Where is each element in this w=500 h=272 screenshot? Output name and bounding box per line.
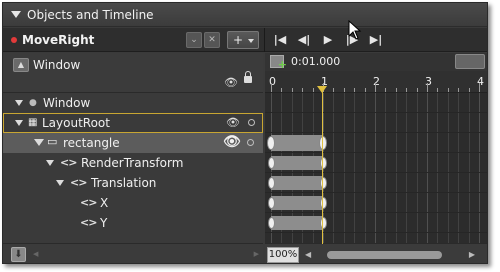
animation-span[interactable] xyxy=(271,135,323,151)
timeline-zoom[interactable]: 100% xyxy=(267,247,299,263)
recording-dot-icon xyxy=(11,37,17,43)
property-icon: <> xyxy=(60,156,77,169)
timeline-row xyxy=(265,93,487,113)
record-keyframe-button[interactable]: + xyxy=(270,55,287,71)
plus-icon: + xyxy=(233,33,244,47)
scope-header: ▲ Window 👁 xyxy=(3,53,263,93)
play-button[interactable]: ▶ xyxy=(317,32,339,48)
go-to-first-frame-button[interactable]: |◀ xyxy=(269,32,291,48)
eye-icon[interactable]: 👁 xyxy=(226,116,240,129)
keyframe[interactable] xyxy=(267,157,275,169)
tree-item-label: Y xyxy=(100,216,108,230)
collapse-triangle-icon[interactable] xyxy=(11,11,21,18)
time-ruler[interactable]: 01234 xyxy=(265,71,487,93)
lock-icon[interactable] xyxy=(244,71,252,83)
tree-item-y[interactable]: <> Y xyxy=(3,213,263,233)
timeline-tracks[interactable] xyxy=(265,93,487,243)
keyframe[interactable] xyxy=(319,197,327,209)
tree-item-x[interactable]: <> X xyxy=(3,193,263,213)
mouse-cursor-icon xyxy=(348,20,362,40)
panel-title: Objects and Timeline xyxy=(27,7,154,22)
chevron-down-icon xyxy=(248,39,254,43)
playhead-handle[interactable] xyxy=(317,86,327,93)
animation-span[interactable] xyxy=(271,156,323,170)
keyframe[interactable] xyxy=(319,217,327,229)
timeline-row xyxy=(265,113,487,133)
close-storyboard-button[interactable]: ✕ xyxy=(204,32,220,48)
storyboard-name[interactable]: MoveRight xyxy=(22,33,94,47)
object-dot-icon: ● xyxy=(29,98,37,108)
keyframe[interactable] xyxy=(319,177,327,189)
tree-item-rendertransform[interactable]: <> RenderTransform xyxy=(3,153,263,173)
tree-horizontal-scrollbar[interactable]: ◀ ▶ xyxy=(33,250,259,258)
expand-icon[interactable] xyxy=(46,160,54,166)
go-to-last-frame-button[interactable]: ▶| xyxy=(365,32,387,48)
expand-icon[interactable] xyxy=(34,139,44,146)
tree-footer: ⬇ ◀ ▶ xyxy=(3,243,263,263)
expand-icon[interactable] xyxy=(56,180,64,186)
ruler-tick xyxy=(479,83,480,92)
scope-label: Window xyxy=(33,58,81,72)
tree-item-rectangle[interactable]: ▭ rectangle 👁 xyxy=(3,133,263,153)
scroll-right-icon[interactable]: ▶ xyxy=(469,250,475,259)
property-icon: <> xyxy=(80,196,97,209)
tree-item-label: rectangle xyxy=(63,136,120,150)
keyframe[interactable] xyxy=(267,136,275,150)
divider xyxy=(264,28,265,52)
property-icon: <> xyxy=(70,176,87,189)
eye-icon[interactable]: 👁 xyxy=(224,76,238,89)
expand-icon[interactable] xyxy=(15,120,23,126)
keyframe[interactable] xyxy=(267,197,275,209)
lock-toggle-icon[interactable] xyxy=(248,119,255,126)
ruler-tick xyxy=(427,83,428,92)
panel-title-bar[interactable]: Objects and Timeline xyxy=(3,3,487,27)
tree-item-translation[interactable]: <> Translation xyxy=(3,173,263,193)
animation-span[interactable] xyxy=(271,176,323,190)
timeline-header: + 0:01.000 xyxy=(265,53,487,71)
scroll-left-icon[interactable]: ◀ xyxy=(305,250,311,259)
tree-item-label: Translation xyxy=(91,176,157,190)
keyframe[interactable] xyxy=(319,136,327,150)
animation-span[interactable] xyxy=(271,216,323,230)
storyboard-options-button[interactable]: ⌄ xyxy=(186,32,202,48)
timecode-display[interactable]: 0:01.000 xyxy=(291,55,340,68)
scrollbar-thumb[interactable] xyxy=(327,251,442,259)
property-icon: <> xyxy=(80,216,97,229)
expand-icon[interactable] xyxy=(15,100,23,106)
animation-span[interactable] xyxy=(271,196,323,210)
tree-item-label: RenderTransform xyxy=(81,156,184,170)
scroll-left-icon[interactable]: ◀ xyxy=(33,250,38,258)
grid-icon: ▦ xyxy=(28,117,38,128)
previous-frame-button[interactable]: ◀| xyxy=(293,32,315,48)
timeline-horizontal-scrollbar[interactable]: ◀ ▶ xyxy=(305,250,475,259)
keyframe[interactable] xyxy=(267,217,275,229)
rectangle-icon: ▭ xyxy=(47,135,58,148)
eye-icon[interactable]: 👁 xyxy=(223,134,241,150)
new-storyboard-button[interactable]: + xyxy=(227,31,259,49)
tree-item-window[interactable]: ● Window xyxy=(3,93,263,113)
objects-timeline-panel: Objects and Timeline MoveRight ⌄ ✕ + |◀ … xyxy=(2,2,488,264)
arrow-down-icon[interactable]: ⬇ xyxy=(11,247,26,262)
tree-item-label: LayoutRoot xyxy=(42,116,110,130)
plus-icon: + xyxy=(277,58,287,71)
tree-item-label: Window xyxy=(43,96,91,110)
keyframe[interactable] xyxy=(319,157,327,169)
ruler-tick xyxy=(271,83,272,92)
tree-item-label: X xyxy=(100,196,109,210)
timeline-footer: 100% ◀ ▶ xyxy=(265,243,487,263)
lock-toggle-icon[interactable] xyxy=(247,139,254,146)
keyframe[interactable] xyxy=(267,177,275,189)
tree-item-layoutroot[interactable]: ▦ LayoutRoot 👁 xyxy=(3,113,263,133)
playhead[interactable] xyxy=(322,86,323,244)
scroll-right-icon[interactable]: ▶ xyxy=(254,250,259,258)
storyboard-bar: MoveRight ⌄ ✕ + |◀ ◀| ▶ |▶ ▶| xyxy=(3,28,487,52)
scope-up-icon[interactable]: ▲ xyxy=(13,58,29,72)
ruler-tick xyxy=(375,83,376,92)
snapping-button[interactable] xyxy=(455,54,485,69)
